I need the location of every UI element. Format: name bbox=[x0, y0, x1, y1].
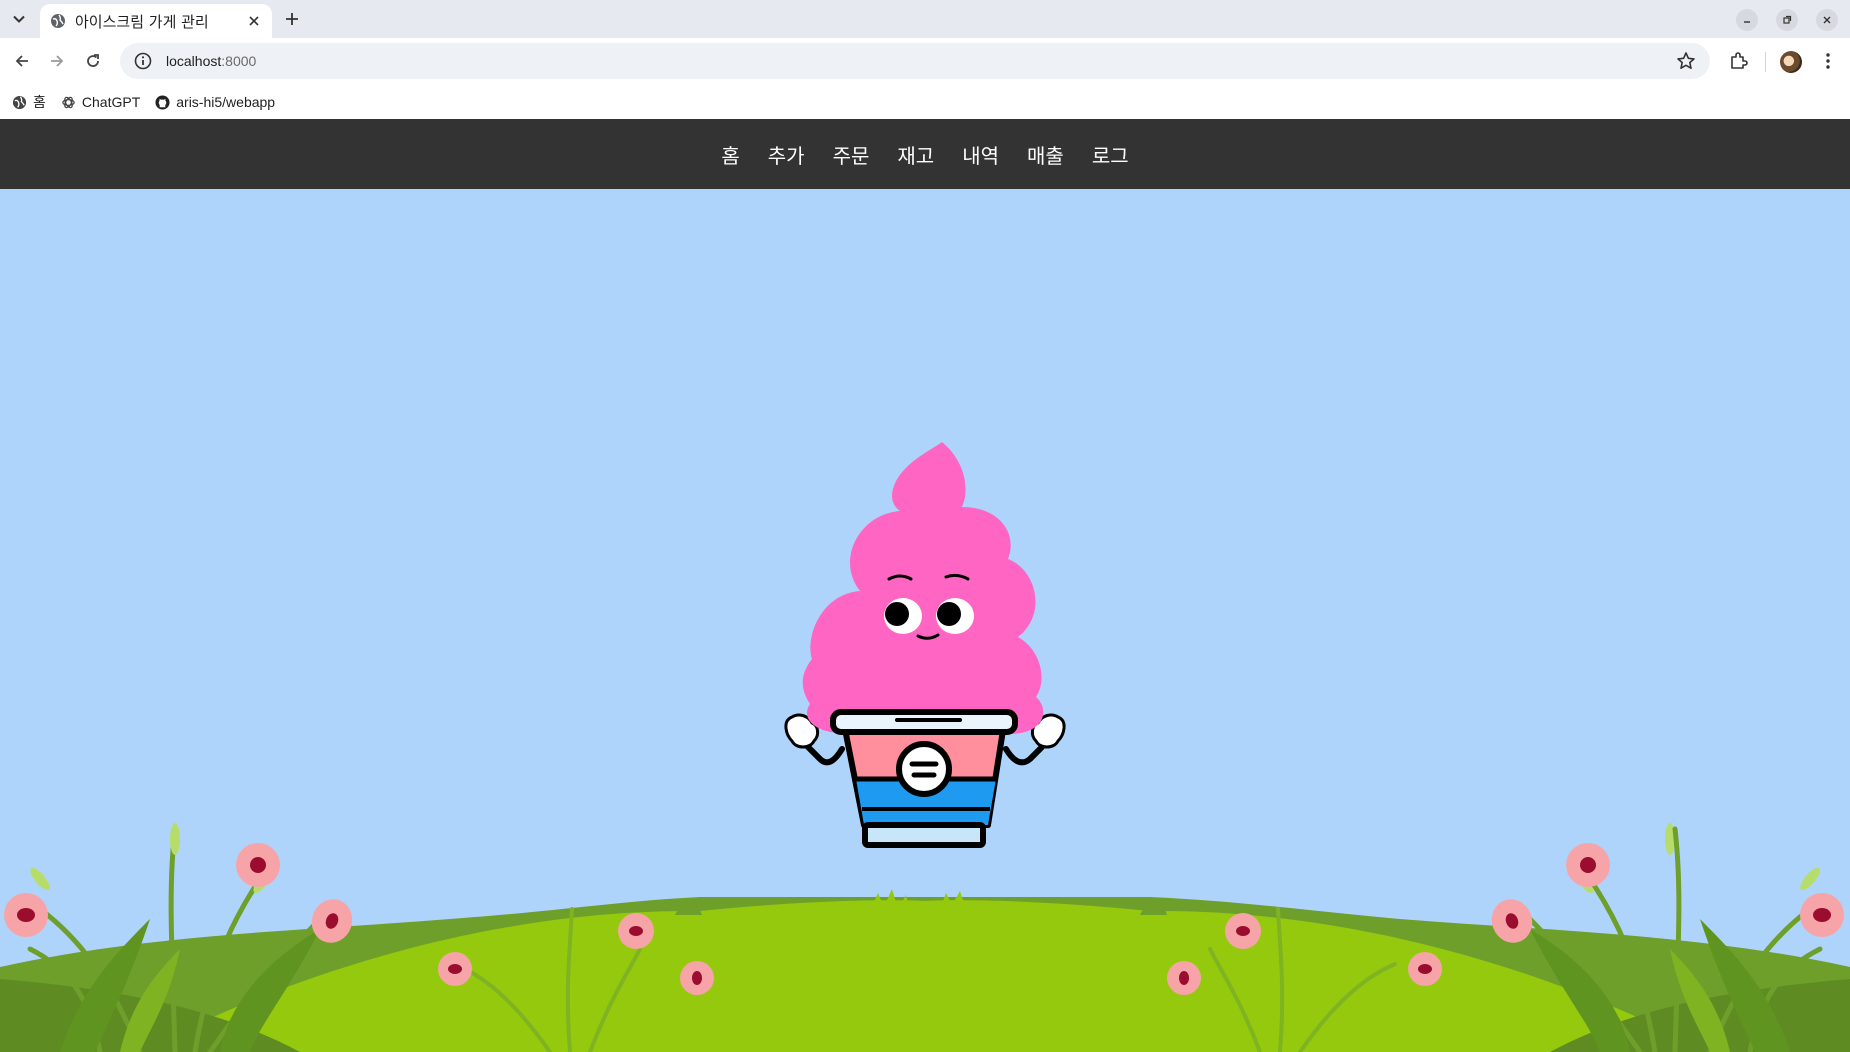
close-icon[interactable] bbox=[244, 11, 264, 31]
globe-icon bbox=[50, 13, 66, 29]
arrow-right-icon bbox=[51, 55, 64, 67]
arrow-left-icon bbox=[15, 55, 28, 67]
left-arm bbox=[805, 744, 845, 766]
tab-strip: 아이스크림 가게 관리 bbox=[0, 0, 1850, 38]
bookmark-label: aris-hi5/webapp bbox=[176, 94, 276, 110]
reload-button[interactable] bbox=[81, 49, 105, 73]
tab-list-button[interactable] bbox=[5, 6, 33, 32]
flower bbox=[1225, 913, 1261, 949]
tab-title: 아이스크림 가게 관리 bbox=[75, 12, 209, 31]
left-eye bbox=[884, 598, 922, 634]
restore-icon bbox=[1783, 15, 1792, 24]
right-eye bbox=[936, 598, 974, 634]
nav-log[interactable]: 로그 bbox=[1078, 140, 1143, 169]
bookmark-label: 홈 bbox=[33, 94, 46, 110]
profile-avatar[interactable] bbox=[1780, 51, 1802, 73]
flower bbox=[236, 843, 280, 887]
icecream-mascot bbox=[784, 442, 1066, 848]
globe-icon bbox=[12, 95, 27, 110]
new-tab-button[interactable] bbox=[280, 7, 304, 31]
toolbar-divider bbox=[1765, 52, 1766, 72]
github-icon bbox=[155, 94, 170, 110]
menu-icon[interactable] bbox=[1817, 50, 1839, 72]
info-icon[interactable] bbox=[134, 52, 152, 70]
bookmarks-bar: 홈 ChatGPT aris-hi5/webapp bbox=[0, 85, 1850, 119]
front-hill bbox=[140, 900, 1710, 1052]
back-button[interactable] bbox=[10, 49, 34, 73]
flower bbox=[618, 913, 654, 949]
flower bbox=[1800, 893, 1844, 937]
plus-icon bbox=[286, 13, 298, 25]
background-scene bbox=[0, 442, 1850, 1052]
flower bbox=[4, 893, 48, 937]
flower bbox=[438, 952, 472, 986]
bookmark-home[interactable]: 홈 bbox=[12, 92, 46, 112]
flower bbox=[1167, 961, 1201, 995]
url-text: localhost:8000 bbox=[166, 53, 257, 69]
star-icon[interactable] bbox=[1676, 51, 1696, 71]
nav-inventory[interactable]: 재고 bbox=[883, 140, 948, 169]
flower bbox=[1566, 843, 1610, 887]
active-tab[interactable]: 아이스크림 가게 관리 bbox=[40, 4, 272, 38]
cup-logo bbox=[896, 741, 952, 797]
restore-button[interactable] bbox=[1776, 9, 1798, 31]
address-bar[interactable]: localhost:8000 bbox=[120, 43, 1710, 79]
page-content: 홈 추가 주문 재고 내역 매출 로그 bbox=[0, 119, 1850, 1052]
flower bbox=[680, 961, 714, 995]
window-close-button[interactable] bbox=[1816, 9, 1838, 31]
reload-icon bbox=[87, 54, 99, 67]
bookmark-chatgpt[interactable]: ChatGPT bbox=[61, 94, 140, 110]
forward-button[interactable] bbox=[45, 49, 69, 73]
nav-history[interactable]: 내역 bbox=[948, 140, 1013, 169]
bookmark-label: ChatGPT bbox=[81, 94, 141, 110]
nav-home[interactable]: 홈 bbox=[707, 140, 753, 169]
nav-order[interactable]: 주문 bbox=[819, 140, 884, 169]
close-icon bbox=[1823, 16, 1831, 24]
minimize-icon bbox=[1744, 21, 1750, 23]
nav-add[interactable]: 추가 bbox=[754, 140, 819, 169]
cup-base bbox=[862, 822, 986, 848]
icecream-swirl bbox=[802, 442, 1044, 734]
bookmark-github[interactable]: aris-hi5/webapp bbox=[155, 94, 275, 110]
chevron-down-icon bbox=[13, 15, 25, 23]
extensions-icon[interactable] bbox=[1727, 50, 1749, 72]
nav-sales[interactable]: 매출 bbox=[1013, 140, 1078, 169]
minimize-button[interactable] bbox=[1736, 9, 1758, 31]
flower bbox=[1408, 952, 1442, 986]
main-nav: 홈 추가 주문 재고 내역 매출 로그 bbox=[0, 119, 1850, 189]
browser-toolbar: localhost:8000 bbox=[0, 38, 1850, 85]
right-arm bbox=[1003, 744, 1045, 766]
chatgpt-icon bbox=[61, 95, 76, 110]
